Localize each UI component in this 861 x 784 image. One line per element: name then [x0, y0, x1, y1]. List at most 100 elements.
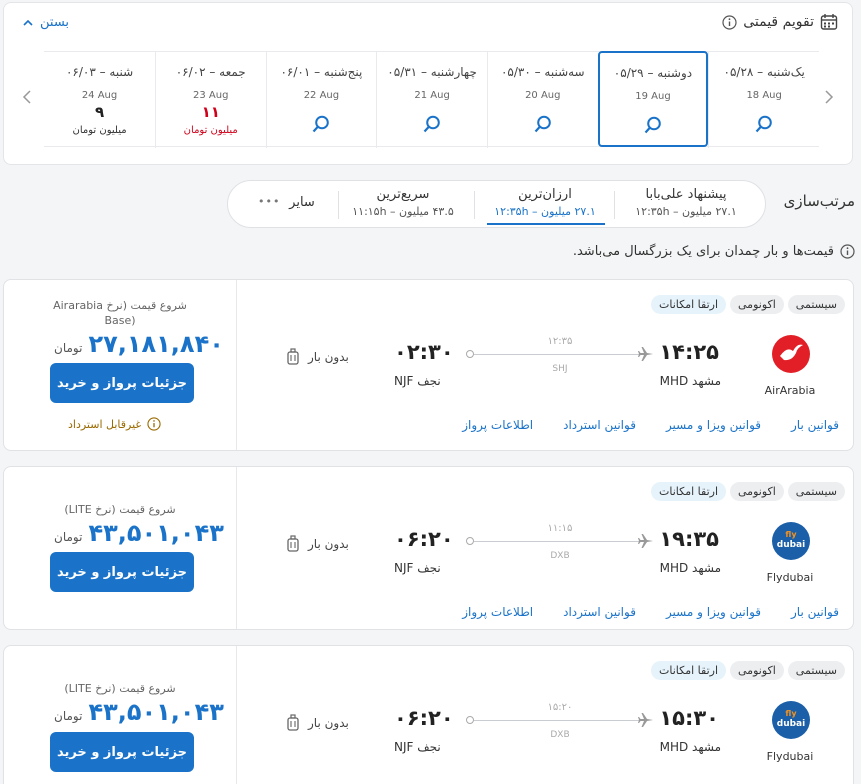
tag-upgrade[interactable]: ارتقا امکانات	[651, 482, 727, 501]
calendar-close-button[interactable]: بستن	[22, 15, 69, 30]
flight-details-buy-button[interactable]: جزئیات پرواز و خرید	[50, 363, 194, 403]
day-cell-selected[interactable]: دوشنبه – ۰۵/۲۹ 19 Aug	[597, 51, 709, 147]
tag-economy: اکونومی	[730, 482, 784, 501]
sort-option-fastest[interactable]: سریع‌ترین ۴۳.۵ میلیون – ۱۱:۱۵h	[345, 187, 461, 218]
departure-time: ۱۹:۳۵	[659, 527, 719, 551]
sort-option-title: ارزان‌ترین	[518, 187, 572, 202]
baggage-label: بدون بار	[308, 350, 349, 364]
visa-rules-link[interactable]: قوانین ویزا و مسیر	[666, 418, 761, 432]
day-cell[interactable]: سه‌شنبه – ۰۵/۳۰ 20 Aug	[486, 52, 598, 148]
price-info-note: قیمت‌ها و بار چمدان برای یک بزرگسال می‌ب…	[573, 244, 855, 259]
price-row: تومان ۲۷,۱۸۱,۸۴۰	[54, 330, 224, 358]
visa-rules-link[interactable]: قوانین ویزا و مسیر	[666, 605, 761, 619]
tag-upgrade[interactable]: ارتقا امکانات	[651, 295, 727, 314]
baggage-label: بدون بار	[308, 716, 349, 730]
stopover-code: DXB	[550, 730, 570, 740]
price-row: تومان ۴۳,۵۰۱,۰۴۳	[54, 698, 224, 726]
airline-name: AirArabia	[764, 384, 816, 397]
departure-time: ۱۴:۲۵	[659, 340, 719, 364]
calendar-title[interactable]: تقویم قیمتی	[722, 13, 838, 31]
info-icon[interactable]	[722, 14, 737, 30]
arrival-dot	[466, 537, 474, 545]
flight-links: اطلاعات پرواز قوانین استرداد قوانین ویزا…	[462, 418, 839, 432]
refund-rules-link[interactable]: قوانین استرداد	[563, 418, 636, 432]
day-cell[interactable]: یک‌شنبه – ۰۵/۲۸ 18 Aug	[708, 52, 819, 148]
departure-city: مشهد MHD	[659, 374, 721, 388]
day-cell[interactable]: جمعه – ۰۶/۰۲ 23 Aug ۱۱ میلیون تومان	[154, 52, 266, 148]
day-name: جمعه – ۰۶/۰۲	[175, 65, 246, 79]
svg-text:fly: fly	[785, 530, 797, 539]
baggage-rules-link[interactable]: قوانین بار	[791, 605, 839, 619]
day-name: یک‌شنبه – ۰۵/۲۸	[723, 65, 805, 79]
svg-text:fly: fly	[785, 709, 797, 718]
flight-details-buy-button[interactable]: جزئیات پرواز و خرید	[50, 552, 194, 592]
fare-tags: سیستمی اکونومی ارتقا امکانات	[651, 661, 845, 680]
price-currency: تومان	[54, 530, 83, 544]
calendar-icon	[820, 14, 838, 30]
card-divider	[236, 467, 237, 629]
flight-card: سیستمی اکونومی ارتقا امکانات AirArabia ۱…	[3, 279, 854, 451]
flight-details-buy-button[interactable]: جزئیات پرواز و خرید	[50, 732, 194, 772]
price-value: ۲۷,۱۸۱,۸۴۰	[88, 330, 224, 358]
refund-rules-link[interactable]: قوانین استرداد	[563, 605, 636, 619]
day-price-unit: میلیون تومان	[183, 125, 238, 136]
day-cell[interactable]: شنبه – ۰۶/۰۳ 24 Aug ۹ میلیون تومان	[44, 52, 155, 148]
search-icon	[600, 115, 707, 135]
departure-city: مشهد MHD	[659, 740, 721, 754]
day-price-unit: میلیون تومان	[72, 125, 127, 136]
baggage-rules-link[interactable]: قوانین بار	[791, 418, 839, 432]
plane-icon	[638, 346, 654, 365]
arrival-city: نجف NJF	[394, 374, 441, 388]
route-track	[474, 541, 642, 542]
route-track	[474, 354, 642, 355]
sort-option-sub: ۲۷.۱ میلیون – ۱۲:۳۵h	[635, 205, 737, 218]
more-options-icon[interactable]: •••	[258, 195, 280, 208]
next-days-arrow[interactable]	[824, 89, 834, 109]
day-price: ۹	[94, 103, 105, 121]
flight-info-link[interactable]: اطلاعات پرواز	[462, 605, 533, 619]
sort-option-cheapest[interactable]: ارزان‌ترین ۲۷.۱ میلیون – ۱۲:۳۵h	[489, 187, 601, 218]
flydubai-logo: fly dubai	[771, 700, 811, 740]
flydubai-logo: fly dubai	[771, 521, 811, 561]
plane-icon	[638, 712, 654, 731]
price-label-line: (Base	[104, 314, 136, 327]
prev-days-arrow[interactable]	[22, 89, 32, 109]
info-icon	[147, 417, 161, 431]
baggage-info: بدون بار	[286, 535, 349, 553]
price-label-line: شروع قیمت (نرخ Airarabia	[53, 299, 187, 312]
price-label: شروع قیمت (نرخ LITE)	[64, 503, 176, 516]
route-track	[474, 720, 642, 721]
calendar-close-label: بستن	[40, 15, 70, 30]
sort-option-other[interactable]: سایر	[277, 195, 327, 210]
sort-option-title: پیشنهاد علی‌بابا	[645, 187, 727, 202]
info-text: قیمت‌ها و بار چمدان برای یک بزرگسال می‌ب…	[572, 244, 834, 259]
day-date: 19 Aug	[635, 91, 671, 102]
flight-duration: ۱۱:۱۵	[547, 523, 573, 534]
search-icon	[709, 114, 819, 134]
day-date: 21 Aug	[414, 90, 450, 101]
day-cell[interactable]: پنج‌شنبه – ۰۶/۰۱ 22 Aug	[265, 52, 377, 148]
route-line: ۱۱:۱۵ DXB	[466, 521, 654, 561]
airline-name: Flydubai	[766, 571, 814, 584]
stopover-code: DXB	[550, 551, 570, 561]
tag-upgrade[interactable]: ارتقا امکانات	[651, 661, 727, 680]
day-cell[interactable]: چهارشنبه – ۰۵/۳۱ 21 Aug	[376, 52, 487, 148]
price-label: شروع قیمت (نرخ Airarabia (Base	[14, 298, 226, 328]
arrival-time: ۰۲:۳۰	[394, 340, 454, 364]
price-row: تومان ۴۳,۵۰۱,۰۴۳	[54, 519, 224, 547]
price-currency: تومان	[54, 709, 83, 723]
route-line: ۱۵:۲۰ DXB	[466, 700, 654, 740]
price-calendar: تقویم قیمتی بستن یک‌شنبه – ۰۵/۲۸ 18 Aug …	[3, 2, 853, 165]
chevron-left-icon	[22, 90, 31, 104]
chevron-up-icon	[23, 19, 33, 26]
sort-option-recommended[interactable]: پیشنهاد علی‌بابا ۲۷.۱ میلیون – ۱۲:۳۵h	[627, 187, 745, 218]
day-name: پنج‌شنبه – ۰۶/۰۱	[280, 65, 363, 79]
flight-info-link[interactable]: اطلاعات پرواز	[462, 418, 533, 432]
arrival-dot	[466, 350, 474, 358]
sort-bar: پیشنهاد علی‌بابا ۲۷.۱ میلیون – ۱۲:۳۵h ار…	[227, 180, 766, 228]
day-date: 24 Aug	[81, 90, 118, 101]
route-line: ۱۲:۳۵ SHJ	[466, 334, 654, 374]
tag-economy: اکونومی	[730, 661, 784, 680]
sort-divider	[338, 191, 339, 219]
sort-divider	[614, 191, 615, 219]
